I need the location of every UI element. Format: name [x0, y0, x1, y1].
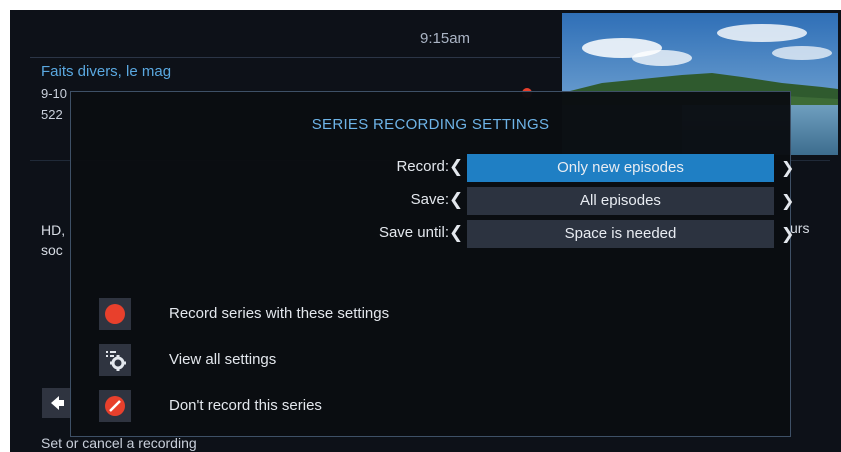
setting-row-save[interactable]: Save: ❮ All episodes ❯: [71, 187, 794, 215]
setting-value-save-until[interactable]: Space is needed: [467, 220, 774, 248]
chevron-right-icon[interactable]: ❯: [781, 191, 794, 211]
setting-label: Record:: [396, 158, 449, 175]
dialog-title: SERIES RECORDING SETTINGS: [311, 116, 550, 133]
chevron-right-icon[interactable]: ❯: [781, 158, 794, 178]
chevron-left-icon[interactable]: ❮: [449, 190, 463, 210]
action-label: View all settings: [169, 351, 277, 368]
no-record-icon: [99, 390, 131, 422]
record-series-action[interactable]: Record series with these settings: [99, 298, 499, 330]
setting-row-save-until[interactable]: Save until: ❮ Space is needed ❯: [71, 220, 794, 248]
chevron-right-icon[interactable]: ❯: [781, 224, 794, 244]
footer-hint: Set or cancel a recording: [41, 435, 197, 451]
action-label: Don't record this series: [169, 397, 322, 414]
action-label: Record series with these settings: [169, 305, 390, 322]
program-time: 9-10: [41, 86, 68, 101]
chevron-left-icon[interactable]: ❮: [449, 157, 463, 177]
setting-label: Save until:: [378, 224, 449, 241]
header-divider: [30, 57, 560, 58]
setting-value-save[interactable]: All episodes: [467, 187, 774, 215]
back-arrow-icon: [51, 396, 64, 410]
view-all-settings-action[interactable]: View all settings: [99, 344, 499, 376]
program-channel: 522: [41, 107, 63, 122]
clock-time: 9:15am: [420, 30, 471, 47]
program-title: Faits divers, le mag: [41, 63, 172, 80]
setting-value-record[interactable]: Only new episodes: [467, 154, 774, 182]
tv-screen: 9:15am Faits divers, le mag 9-10 522 HD,…: [10, 10, 841, 452]
series-recording-dialog: SERIES RECORDING SETTINGS Record: ❮ Only…: [70, 91, 794, 437]
setting-row-record[interactable]: Record: ❮ Only new episodes ❯: [71, 154, 794, 182]
setting-label: Save:: [410, 191, 449, 208]
record-icon: [99, 298, 131, 330]
chevron-left-icon[interactable]: ❮: [449, 223, 463, 243]
settings-gear-icon: [99, 344, 131, 376]
dont-record-series-action[interactable]: Don't record this series: [99, 390, 499, 422]
back-button[interactable]: [42, 388, 72, 418]
